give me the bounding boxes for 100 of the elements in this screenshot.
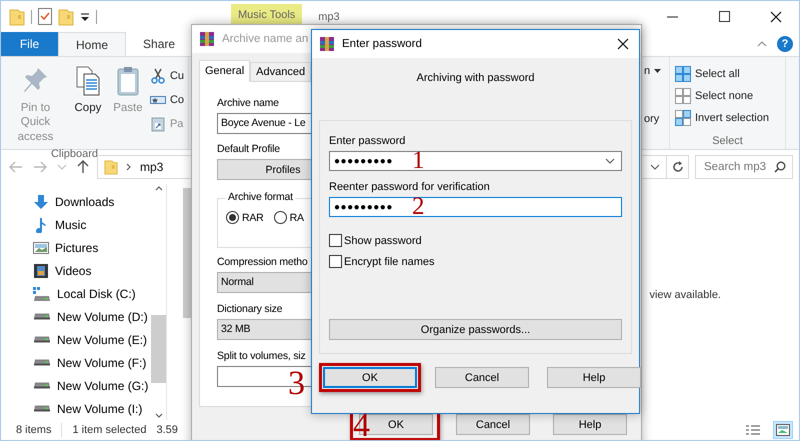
field-label: Default Profile <box>217 143 280 155</box>
nav-item[interactable]: Music <box>1 213 151 236</box>
drive-icon <box>33 286 51 302</box>
field-label: Dictionary size <box>217 303 282 315</box>
nav-item[interactable]: Videos <box>1 259 151 282</box>
format-radio[interactable]: RAR <box>226 211 264 224</box>
ribbon-button[interactable]: Invert selection <box>675 107 769 129</box>
ribbon-button[interactable]: n <box>644 65 667 77</box>
ribbon-button[interactable]: Select none <box>675 85 754 107</box>
ribbon-tab[interactable]: File <box>1 32 58 56</box>
clipboard-icon <box>150 116 166 132</box>
format-radio[interactable]: RA <box>274 211 304 224</box>
up-arrow-icon <box>77 160 89 174</box>
refresh-icon <box>672 161 684 173</box>
breadcrumb-chevron-icon <box>126 163 132 171</box>
dialog-button[interactable]: Help <box>553 414 627 435</box>
folder-icon <box>58 8 74 26</box>
step-number: 3 <box>288 367 305 401</box>
nav-item[interactable]: New Volume (I:) <box>1 397 151 420</box>
nav-item[interactable]: New Volume (E:) <box>1 328 151 351</box>
nav-item[interactable]: New Volume (D:) <box>1 305 151 328</box>
selection-size: 3.59 <box>156 424 178 436</box>
invert-selection-icon <box>675 110 691 126</box>
chevron-down-icon <box>605 158 615 164</box>
archive-icon <box>199 31 215 47</box>
nav-item[interactable]: Local Disk (C:) <box>1 282 151 305</box>
details-view-icon <box>746 424 760 436</box>
dialog-subtitle: Archiving with password <box>416 72 536 84</box>
selection-info: 1 item selected <box>72 424 146 436</box>
drive-icon <box>33 382 51 389</box>
up-button[interactable] <box>75 158 91 176</box>
dialog-title: Enter password <box>342 38 422 50</box>
drive-icon <box>33 336 51 343</box>
step-number: 2 <box>412 198 425 216</box>
film-icon <box>33 262 49 278</box>
dialog-button[interactable]: OK <box>323 367 417 388</box>
dropdown-caret-icon <box>654 69 662 73</box>
nav-item[interactable]: New Volume (F:) <box>1 351 151 374</box>
checklist-icon <box>38 8 52 25</box>
ribbon-button[interactable]: Select all <box>675 63 740 85</box>
picture-icon <box>33 240 49 256</box>
checkbox[interactable] <box>329 255 342 268</box>
customize-caret-icon <box>80 12 90 22</box>
field-label: Archive name <box>217 97 279 109</box>
select-all-icon <box>675 66 691 82</box>
checkbox-label: Encrypt file names <box>344 256 434 268</box>
refresh-button[interactable] <box>667 155 689 179</box>
maximize-icon <box>718 11 730 22</box>
large-icons-view-button[interactable] <box>773 421 793 439</box>
drive-icon <box>33 313 51 320</box>
ribbon-button[interactable]: Co <box>150 89 184 110</box>
checkbox[interactable] <box>329 234 342 247</box>
ribbon-button[interactable]: Cu <box>150 65 184 86</box>
ribbon-tab[interactable]: Share <box>126 32 192 56</box>
ribbon-button[interactable]: Copy <box>70 61 106 148</box>
dialog-title: Archive name an <box>222 33 308 45</box>
download-icon <box>33 194 49 210</box>
chevron-down-icon <box>57 164 67 170</box>
search-icon <box>774 161 786 173</box>
drive-icon <box>33 405 51 412</box>
help-button[interactable]: ? <box>777 36 793 52</box>
organize-passwords-button[interactable]: Organize passwords... <box>329 319 622 340</box>
scroll-down-icon <box>154 413 162 418</box>
dialog-tab[interactable]: Advanced <box>250 62 312 81</box>
checkbox-label: Show password <box>344 234 422 246</box>
field-label: Reenter password for verification <box>329 181 490 193</box>
context-tab[interactable]: Music Tools <box>231 4 302 26</box>
back-arrow-icon <box>9 161 23 173</box>
dialog-button[interactable]: Cancel <box>435 367 529 388</box>
select-none-icon <box>675 88 691 104</box>
dialog-button[interactable]: Help <box>547 367 641 388</box>
search-field[interactable]: Search mp3 <box>695 155 793 179</box>
group-label: Clipboard <box>50 148 100 160</box>
path-segment[interactable]: mp3 <box>140 160 164 174</box>
window-title: mp3 <box>318 10 340 22</box>
item-count: 8 items <box>16 424 52 436</box>
field-label: Compression metho <box>217 256 308 268</box>
drive-icon <box>33 359 51 366</box>
password-field[interactable]: ●●●●●●●●● 1 <box>329 151 622 171</box>
scissors-icon <box>150 68 166 84</box>
step-number: 1 <box>412 152 425 170</box>
archive-icon <box>319 36 335 52</box>
folder-icon <box>104 159 118 175</box>
scrollbar-thumb[interactable] <box>183 188 191 318</box>
preview-message: view available. <box>649 289 721 303</box>
chevron-down-icon <box>650 164 660 170</box>
close-icon <box>770 10 782 22</box>
field-label: Split to volumes, siz <box>217 350 306 362</box>
scrollbar-thumb[interactable] <box>151 315 166 383</box>
password-field[interactable]: ●●●●●●●●● 2 <box>329 197 622 217</box>
dialog-button[interactable]: Cancel <box>456 414 530 435</box>
dialog-tab[interactable]: General <box>199 60 250 82</box>
ribbon-button[interactable]: ory <box>644 113 667 125</box>
nav-item[interactable]: Downloads <box>1 190 151 213</box>
nav-item[interactable]: New Volume (G:) <box>1 374 151 397</box>
nav-item[interactable]: Pictures <box>1 236 151 259</box>
ribbon-tab[interactable]: Home <box>58 32 126 56</box>
close-icon <box>617 38 629 50</box>
group-label: Select <box>711 135 744 147</box>
group-title: Archive format <box>226 191 295 203</box>
